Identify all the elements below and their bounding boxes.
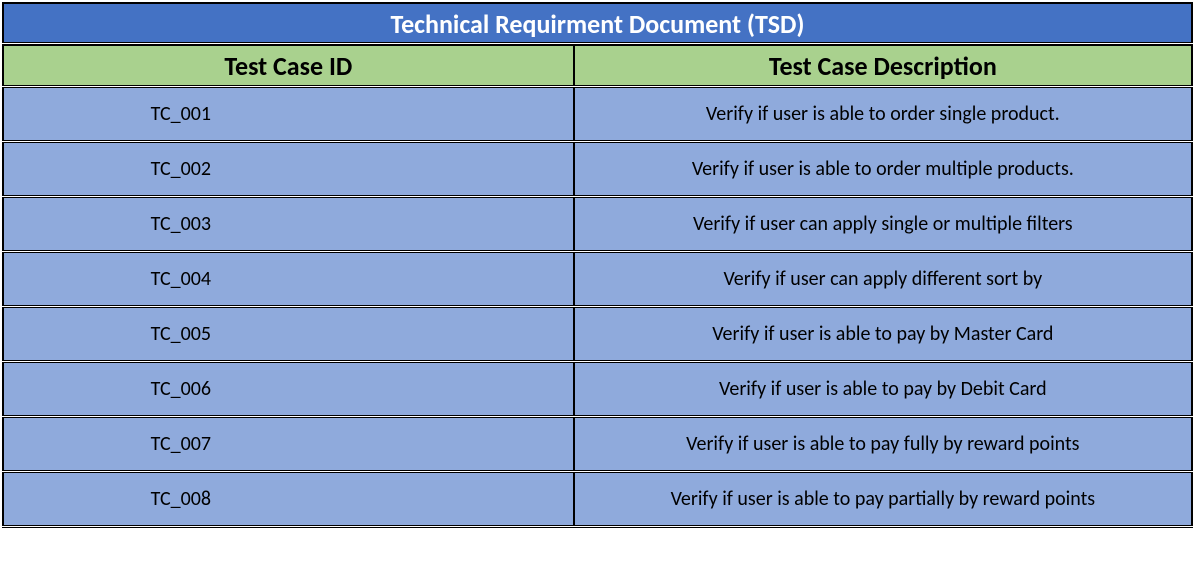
table-row: TC_002 Verify if user is able to order m…	[2, 140, 1193, 195]
table-row: TC_001 Verify if user is able to order s…	[2, 85, 1193, 140]
test-case-description: Verify if user can apply single or multi…	[574, 198, 1193, 250]
test-case-description: Verify if user is able to order single p…	[574, 88, 1193, 140]
table-row: TC_006 Verify if user is able to pay by …	[2, 360, 1193, 415]
table-header-row: Test Case ID Test Case Description	[2, 42, 1193, 85]
test-case-id: TC_003	[2, 198, 574, 250]
test-case-description: Verify if user is able to pay partially …	[574, 473, 1193, 525]
table-row: TC_007 Verify if user is able to pay ful…	[2, 415, 1193, 470]
test-case-table: Technical Requirment Document (TSD) Test…	[2, 2, 1193, 528]
test-case-id: TC_002	[2, 143, 574, 195]
header-test-case-id: Test Case ID	[2, 45, 574, 85]
test-case-description: Verify if user is able to order multiple…	[574, 143, 1193, 195]
test-case-id: TC_001	[2, 88, 574, 140]
test-case-description: Verify if user is able to pay fully by r…	[574, 418, 1193, 470]
test-case-description: Verify if user can apply different sort …	[574, 253, 1193, 305]
test-case-id: TC_008	[2, 473, 574, 525]
test-case-id: TC_004	[2, 253, 574, 305]
table-title: Technical Requirment Document (TSD)	[2, 2, 1193, 42]
test-case-id: TC_006	[2, 363, 574, 415]
table-row: TC_008 Verify if user is able to pay par…	[2, 470, 1193, 528]
test-case-description: Verify if user is able to pay by Debit C…	[574, 363, 1193, 415]
test-case-id: TC_007	[2, 418, 574, 470]
table-row: TC_003 Verify if user can apply single o…	[2, 195, 1193, 250]
test-case-description: Verify if user is able to pay by Master …	[574, 308, 1193, 360]
header-test-case-description: Test Case Description	[574, 45, 1193, 85]
test-case-id: TC_005	[2, 308, 574, 360]
table-row: TC_005 Verify if user is able to pay by …	[2, 305, 1193, 360]
table-row: TC_004 Verify if user can apply differen…	[2, 250, 1193, 305]
